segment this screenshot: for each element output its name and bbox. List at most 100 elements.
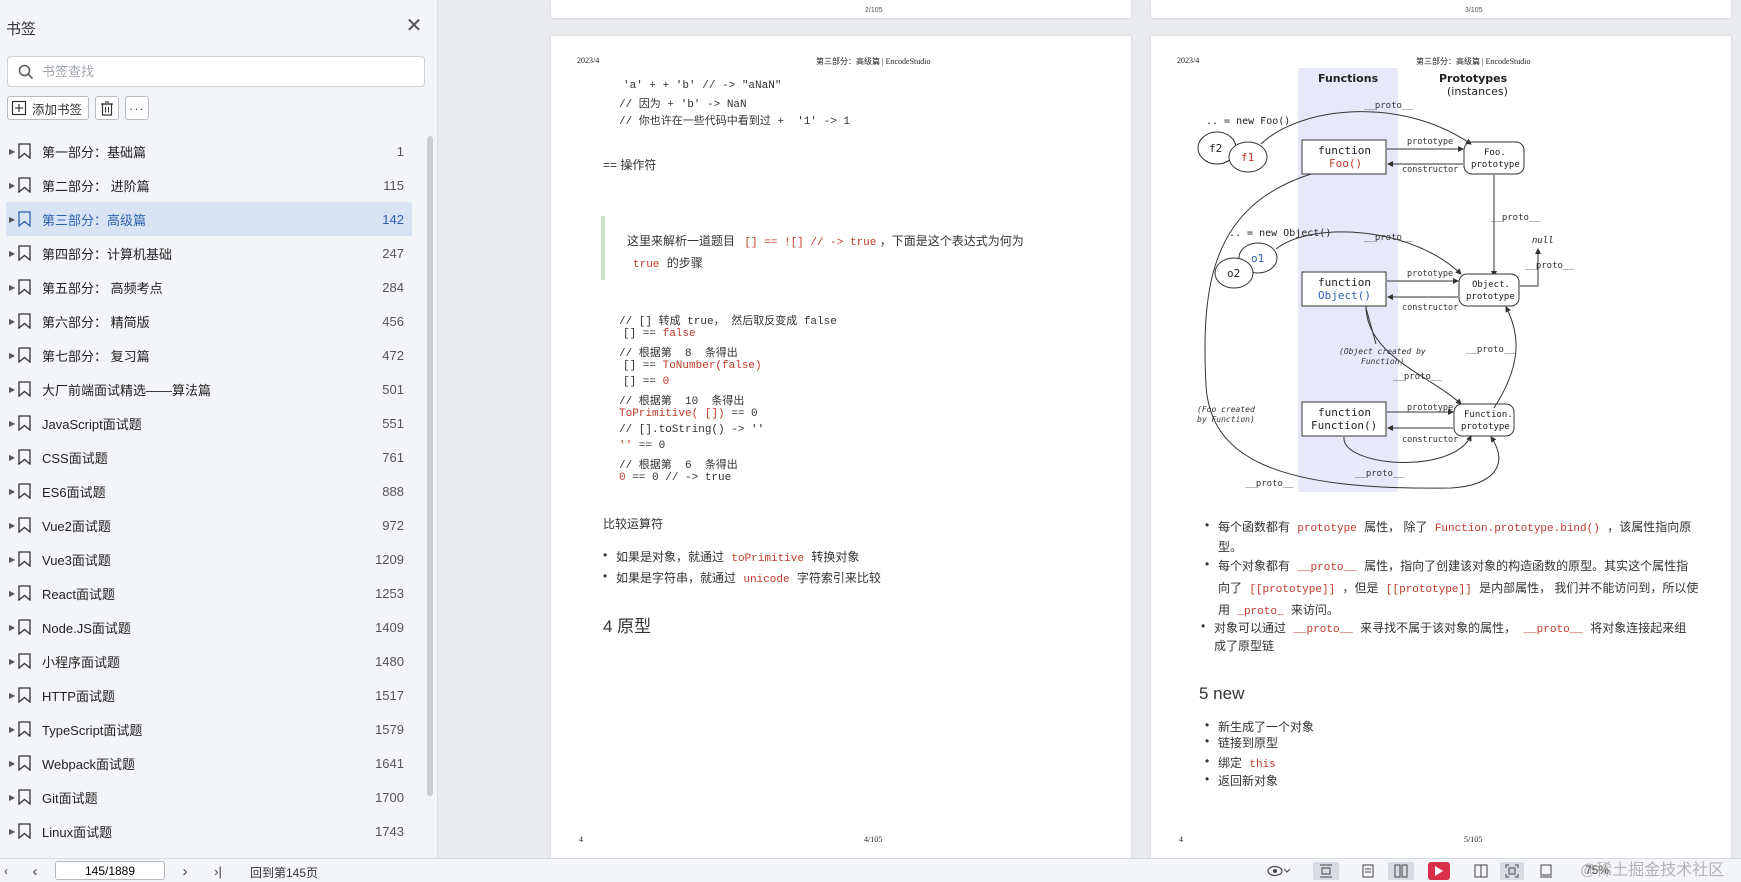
bookmark-item[interactable]: ▶ 第一部分：基础篇 1 [0,134,420,168]
bookmark-search-input[interactable] [42,64,402,79]
bookmark-item[interactable]: ▶ JavaScript面试题 551 [0,406,420,440]
bookmark-item[interactable]: ▶ Linux面试题 1743 [0,814,420,848]
bookmark-item[interactable]: ▶ 第四部分：计算机基础 247 [0,236,420,270]
bookmark-item[interactable]: ▶ 第二部分： 进阶篇 115 [0,168,420,202]
bookmark-item[interactable]: ▶ Vue2面试题 972 [0,508,420,542]
expand-arrow-icon[interactable]: ▶ [9,827,15,836]
bookmark-item[interactable]: ▶ TypeScript面试题 1579 [0,712,420,746]
bullet-item: 返回新对象 [1205,772,1278,789]
expand-arrow-icon[interactable]: ▶ [9,793,15,802]
bookmark-icon [18,245,31,261]
expand-arrow-icon[interactable]: ▶ [9,419,15,428]
expand-arrow-icon[interactable]: ▶ [9,555,15,564]
bookmark-item[interactable]: ▶ 大厂前端面试精选——算法篇 501 [0,372,420,406]
bookmark-item[interactable]: ▶ 第六部分： 精简版 456 [0,304,420,338]
bookmark-search-box[interactable] [7,56,425,87]
add-bookmark-label: 添加书签 [32,102,83,117]
more-options-button[interactable]: ··· [125,96,150,120]
expand-arrow-icon[interactable]: ▶ [9,351,15,360]
code-line: [] == ToNumber(false) [623,360,762,372]
add-bookmark-button[interactable]: 添加书签 [7,96,90,120]
page-header-date: 2023/4 [577,56,600,65]
bullet-continuation: 用 _proto_ 来访问。 [1218,601,1339,618]
inline-code: [[prototype]] [1249,584,1336,596]
bookmark-item[interactable]: ▶ Vue3面试题 1209 [0,542,420,576]
bookmark-item[interactable]: ▶ Webpack面试题 1641 [0,746,420,780]
expand-arrow-icon[interactable]: ▶ [9,181,15,190]
bookmark-item[interactable]: ▶ HTTP面试题 1517 [0,678,420,712]
bookmark-item[interactable]: ▶ Node.JS面试题 1409 [0,610,420,644]
diagram-node-f1: f1 [1241,151,1254,164]
inline-code: toPrimitive [731,553,804,565]
expand-arrow-icon[interactable]: ▶ [9,487,15,496]
bookmark-item[interactable]: ▶ Git面试题 1700 [0,780,420,814]
bookmark-label: Vue2面试题 [42,518,111,534]
previous-page-left: 2/105 [551,0,1131,18]
bullet-item: 对象可以通过 __proto__ 来寻找不属于该对象的属性， __proto__… [1201,619,1686,636]
expand-arrow-icon[interactable]: ▶ [9,759,15,768]
expand-arrow-icon[interactable]: ▶ [9,521,15,530]
play-icon[interactable] [1428,862,1450,880]
bookmark-item[interactable]: ▶ 小程序面试题 1480 [0,644,420,678]
scroll-left-icon[interactable]: ‹ [0,862,12,880]
expand-arrow-icon[interactable]: ▶ [9,623,15,632]
diagram-foo-proto2: prototype [1471,160,1520,170]
expand-arrow-icon[interactable]: ▶ [9,249,15,258]
bookmark-list: ▶ 第一部分：基础篇 1 ▶ 第二部分： 进阶篇 115 ▶ 第三部分：高级篇 142 ▶ 第四部分… [0,134,420,848]
prev-page-icon[interactable]: ‹ [28,862,42,880]
fit-width-icon[interactable] [1535,862,1557,880]
diagram-node-f2: f2 [1209,142,1222,155]
expand-arrow-icon[interactable]: ▶ [9,385,15,394]
bookmark-page-number: 1409 [375,619,404,635]
diagram-fn-proto: Function. [1464,410,1513,420]
diagram-obj-proto2: prototype [1466,292,1515,302]
bookmark-item[interactable]: ▶ ES6面试题 888 [0,474,420,508]
delete-bookmark-button[interactable] [95,96,120,120]
two-page-icon[interactable] [1388,862,1414,880]
code-token: '' [619,440,633,452]
close-icon[interactable]: ✕ [404,16,424,36]
continuous-scroll-icon[interactable] [1313,862,1339,880]
diagram-arrow-label: prototype [1407,269,1453,279]
expand-arrow-icon[interactable]: ▶ [9,725,15,734]
code-text: // 根据第 10 条得出 [619,396,745,408]
bookmark-label: HTTP面试题 [42,688,115,704]
fit-page-icon[interactable] [1500,862,1524,880]
expand-arrow-icon[interactable]: ▶ [9,589,15,598]
expand-arrow-icon[interactable]: ▶ [9,147,15,156]
code-text: // 根据第 8 条得出 [619,348,738,360]
bookmark-label: 第四部分：计算机基础 [42,246,173,262]
bookmark-page-number: 551 [382,415,404,431]
book-mode-icon[interactable] [1470,862,1492,880]
bullet-item: 每个对象都有 __proto__ 属性，指向了创建该对象的构造函数的原型。其实这… [1205,557,1688,574]
diagram-arrow-label: constructor [1402,435,1458,445]
bookmark-item[interactable]: ▶ 第三部分：高级篇 142 [6,202,412,236]
page-number-input[interactable] [55,861,165,880]
bookmark-icon [18,755,31,771]
expand-arrow-icon[interactable]: ▶ [9,215,15,224]
bookmark-item[interactable]: ▶ CSS面试题 761 [0,440,420,474]
search-icon [18,64,34,79]
diagram-col-prototypes: Prototypes [1439,72,1508,85]
code-text: [] == [623,360,663,372]
expand-arrow-icon[interactable]: ▶ [9,657,15,666]
bookmark-item[interactable]: ▶ React面试题 1253 [0,576,420,610]
bookmark-item[interactable]: ▶ 第七部分： 复习篇 472 [0,338,420,372]
expand-arrow-icon[interactable]: ▶ [9,453,15,462]
bookmark-label: Node.JS面试题 [42,620,131,636]
last-page-icon[interactable]: ›| [208,862,228,880]
next-page-icon[interactable]: › [178,862,192,880]
expand-arrow-icon[interactable]: ▶ [9,317,15,326]
back-to-page-link[interactable]: 回到第145页 [250,864,318,881]
bookmark-page-number: 1579 [375,721,404,737]
prototype-chain-diagram: Functions Prototypes (instances) .. = ne… [1197,68,1574,492]
expand-arrow-icon[interactable]: ▶ [9,691,15,700]
blockquote: 这里来解析一道题目 [] == ![] // -> true ，下面是这个表达式… [601,216,1024,280]
single-page-icon[interactable] [1356,862,1380,880]
bookmark-item[interactable]: ▶ 第五部分： 高频考点 284 [0,270,420,304]
quote-code: true [633,259,660,271]
expand-arrow-icon[interactable]: ▶ [9,283,15,292]
view-mode-icon[interactable] [1265,862,1293,880]
code-text: == 0 // -> true [625,472,732,484]
bookmark-scrollbar[interactable] [427,136,433,796]
